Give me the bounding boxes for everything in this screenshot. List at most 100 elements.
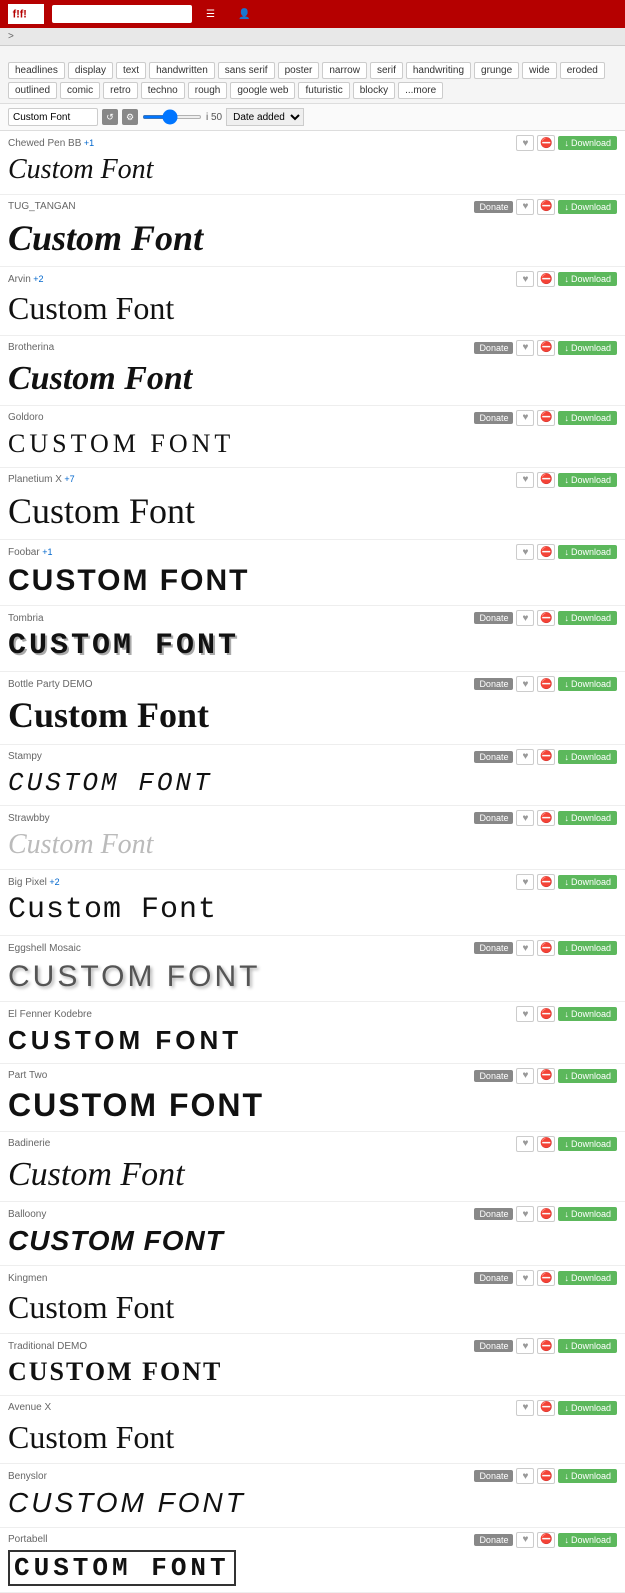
block-button[interactable]: ⛔ bbox=[537, 544, 555, 560]
download-button[interactable]: Download bbox=[558, 1207, 617, 1221]
download-button[interactable]: Download bbox=[558, 136, 617, 150]
donate-button[interactable]: Donate bbox=[474, 812, 513, 824]
donate-button[interactable]: Donate bbox=[474, 1470, 513, 1482]
block-button[interactable]: ⛔ bbox=[537, 810, 555, 826]
favorite-button[interactable]: ♥ bbox=[516, 544, 534, 560]
filter-tag-handwritten[interactable]: handwritten bbox=[149, 62, 215, 79]
donate-button[interactable]: Donate bbox=[474, 1340, 513, 1352]
donate-button[interactable]: Donate bbox=[474, 342, 513, 354]
block-button[interactable]: ⛔ bbox=[537, 271, 555, 287]
filter-tag-futuristic[interactable]: futuristic bbox=[298, 82, 349, 99]
download-button[interactable]: Download bbox=[558, 1533, 617, 1547]
block-button[interactable]: ⛔ bbox=[537, 1270, 555, 1286]
search-input[interactable] bbox=[52, 5, 192, 23]
favorite-button[interactable]: ♥ bbox=[516, 676, 534, 692]
favorite-button[interactable]: ♥ bbox=[516, 1136, 534, 1152]
filter-tag-text[interactable]: text bbox=[116, 62, 146, 79]
download-button[interactable]: Download bbox=[558, 811, 617, 825]
download-button[interactable]: Download bbox=[558, 1469, 617, 1483]
download-button[interactable]: Download bbox=[558, 411, 617, 425]
block-button[interactable]: ⛔ bbox=[537, 874, 555, 890]
download-button[interactable]: Download bbox=[558, 545, 617, 559]
filter-tag-techno[interactable]: techno bbox=[141, 82, 185, 99]
favorite-button[interactable]: ♥ bbox=[516, 340, 534, 356]
filter-tag-wide[interactable]: wide bbox=[522, 62, 557, 79]
filter-tag-comic[interactable]: comic bbox=[60, 82, 100, 99]
categories-button[interactable]: ☰ bbox=[200, 7, 224, 22]
filter-tag-blocky[interactable]: blocky bbox=[353, 82, 395, 99]
block-button[interactable]: ⛔ bbox=[537, 410, 555, 426]
donate-button[interactable]: Donate bbox=[474, 1208, 513, 1220]
block-button[interactable]: ⛔ bbox=[537, 1400, 555, 1416]
download-button[interactable]: Download bbox=[558, 941, 617, 955]
filter-tag-retro[interactable]: retro bbox=[103, 82, 138, 99]
donate-button[interactable]: Donate bbox=[474, 412, 513, 424]
download-button[interactable]: Download bbox=[558, 1007, 617, 1021]
download-button[interactable]: Download bbox=[558, 1339, 617, 1353]
filter-tag-display[interactable]: display bbox=[68, 62, 113, 79]
filter-tag-rough[interactable]: rough bbox=[188, 82, 228, 99]
donate-button[interactable]: Donate bbox=[474, 1070, 513, 1082]
favorite-button[interactable]: ♥ bbox=[516, 1068, 534, 1084]
donate-button[interactable]: Donate bbox=[474, 201, 513, 213]
favorite-button[interactable]: ♥ bbox=[516, 199, 534, 215]
block-button[interactable]: ⛔ bbox=[537, 610, 555, 626]
size-slider[interactable] bbox=[142, 115, 202, 119]
block-button[interactable]: ⛔ bbox=[537, 135, 555, 151]
favorite-button[interactable]: ♥ bbox=[516, 271, 534, 287]
download-button[interactable]: Download bbox=[558, 200, 617, 214]
favorite-button[interactable]: ♥ bbox=[516, 1338, 534, 1354]
preview-text-input[interactable] bbox=[8, 108, 98, 126]
download-button[interactable]: Download bbox=[558, 1069, 617, 1083]
favorite-button[interactable]: ♥ bbox=[516, 1270, 534, 1286]
filter-tag-grunge[interactable]: grunge bbox=[474, 62, 519, 79]
block-button[interactable]: ⛔ bbox=[537, 1136, 555, 1152]
favorite-button[interactable]: ♥ bbox=[516, 135, 534, 151]
favorite-button[interactable]: ♥ bbox=[516, 472, 534, 488]
block-button[interactable]: ⛔ bbox=[537, 749, 555, 765]
block-button[interactable]: ⛔ bbox=[537, 676, 555, 692]
signin-button[interactable]: 👤 bbox=[232, 7, 259, 22]
favorite-button[interactable]: ♥ bbox=[516, 940, 534, 956]
favorite-button[interactable]: ♥ bbox=[516, 1468, 534, 1484]
filter-tag-headlines[interactable]: headlines bbox=[8, 62, 65, 79]
filter-tag-googleweb[interactable]: google web bbox=[230, 82, 295, 99]
block-button[interactable]: ⛔ bbox=[537, 472, 555, 488]
reset-icon[interactable]: ↺ bbox=[102, 109, 118, 125]
block-button[interactable]: ⛔ bbox=[537, 1468, 555, 1484]
favorite-button[interactable]: ♥ bbox=[516, 874, 534, 890]
download-button[interactable]: Download bbox=[558, 272, 617, 286]
block-button[interactable]: ⛔ bbox=[537, 1006, 555, 1022]
donate-button[interactable]: Donate bbox=[474, 942, 513, 954]
block-button[interactable]: ⛔ bbox=[537, 1068, 555, 1084]
favorite-button[interactable]: ♥ bbox=[516, 1006, 534, 1022]
block-button[interactable]: ⛔ bbox=[537, 940, 555, 956]
block-button[interactable]: ⛔ bbox=[537, 1532, 555, 1548]
download-button[interactable]: Download bbox=[558, 611, 617, 625]
filter-tag-more[interactable]: ...more bbox=[398, 82, 443, 99]
block-button[interactable]: ⛔ bbox=[537, 199, 555, 215]
block-button[interactable]: ⛔ bbox=[537, 1338, 555, 1354]
filter-tag-eroded[interactable]: eroded bbox=[560, 62, 605, 79]
filter-tag-sansserif[interactable]: sans serif bbox=[218, 62, 275, 79]
donate-button[interactable]: Donate bbox=[474, 1534, 513, 1546]
download-button[interactable]: Download bbox=[558, 875, 617, 889]
download-button[interactable]: Download bbox=[558, 1137, 617, 1151]
favorite-button[interactable]: ♥ bbox=[516, 1532, 534, 1548]
favorite-button[interactable]: ♥ bbox=[516, 749, 534, 765]
logo[interactable]: f!f! bbox=[8, 4, 44, 24]
filter-tag-outlined[interactable]: outlined bbox=[8, 82, 57, 99]
favorite-button[interactable]: ♥ bbox=[516, 410, 534, 426]
download-button[interactable]: Download bbox=[558, 473, 617, 487]
filter-tag-handwriting[interactable]: handwriting bbox=[406, 62, 471, 79]
filter-tag-narrow[interactable]: narrow bbox=[322, 62, 367, 79]
donate-button[interactable]: Donate bbox=[474, 1272, 513, 1284]
favorite-button[interactable]: ♥ bbox=[516, 610, 534, 626]
sort-select[interactable]: Date added Name Downloads bbox=[226, 108, 304, 126]
filter-tag-serif[interactable]: serif bbox=[370, 62, 403, 79]
download-button[interactable]: Download bbox=[558, 677, 617, 691]
favorite-button[interactable]: ♥ bbox=[516, 1400, 534, 1416]
donate-button[interactable]: Donate bbox=[474, 678, 513, 690]
filter-tag-poster[interactable]: poster bbox=[278, 62, 320, 79]
block-button[interactable]: ⛔ bbox=[537, 1206, 555, 1222]
